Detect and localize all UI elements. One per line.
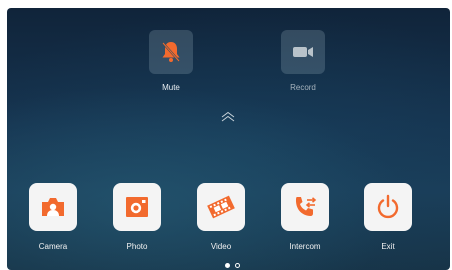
photo-tile[interactable] bbox=[113, 183, 161, 231]
record-button[interactable]: Record bbox=[273, 30, 333, 92]
camera-label: Camera bbox=[38, 242, 68, 251]
video-label: Video bbox=[210, 242, 232, 251]
power-icon bbox=[377, 194, 399, 219]
bell-muted-icon bbox=[162, 42, 180, 62]
photo-label: Photo bbox=[126, 242, 148, 251]
intercom-tile[interactable] bbox=[281, 183, 329, 231]
mute-button[interactable]: Mute bbox=[141, 30, 201, 92]
app-intercom[interactable]: Intercom bbox=[275, 183, 335, 251]
record-label: Record bbox=[290, 83, 316, 92]
photo-icon bbox=[126, 197, 148, 217]
page-dot-2[interactable] bbox=[235, 263, 240, 268]
camera-tile[interactable] bbox=[29, 183, 77, 231]
video-tile[interactable] bbox=[197, 183, 245, 231]
camera-icon bbox=[42, 198, 64, 216]
app-photo[interactable]: Photo bbox=[107, 183, 167, 251]
app-video[interactable]: Video bbox=[191, 183, 251, 251]
home-screen: Mute Record Camera Photo Video Intercom … bbox=[7, 8, 450, 270]
app-exit[interactable]: Exit bbox=[358, 183, 418, 251]
phone-intercom-icon bbox=[296, 197, 317, 216]
record-tile[interactable] bbox=[281, 30, 325, 74]
film-icon bbox=[207, 195, 235, 219]
page-dot-1[interactable] bbox=[225, 263, 230, 268]
app-camera[interactable]: Camera bbox=[23, 183, 83, 251]
video-camera-icon bbox=[293, 47, 313, 57]
intercom-label: Intercom bbox=[289, 242, 321, 251]
page-indicator bbox=[225, 263, 240, 268]
exit-tile[interactable] bbox=[364, 183, 412, 231]
mute-label: Mute bbox=[162, 83, 180, 92]
mute-tile[interactable] bbox=[149, 30, 193, 74]
chevron-up-icon[interactable] bbox=[220, 111, 236, 123]
exit-label: Exit bbox=[381, 242, 395, 251]
